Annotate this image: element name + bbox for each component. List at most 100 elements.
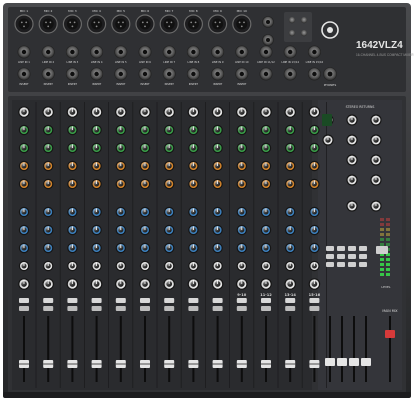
fader-slot: [353, 316, 355, 382]
xlr-pin: [194, 21, 197, 24]
solo-button: [19, 306, 29, 311]
xlr-pin: [97, 21, 100, 24]
jack-hole: [215, 71, 220, 77]
mute-button: [212, 298, 223, 303]
model-tagline: 16-CHANNEL 4-BUS COMPACT MIXER: [356, 53, 414, 57]
solo-button: [285, 306, 296, 311]
xlr-pin: [25, 21, 28, 24]
xlr-pin: [192, 25, 195, 28]
jack-hole: [215, 49, 220, 55]
xlr-inner: [115, 18, 127, 30]
jack-hole: [266, 38, 270, 42]
line-label: LINE IN 10: [235, 60, 249, 64]
jack-hole: [191, 71, 196, 77]
meter-led: [386, 233, 390, 236]
line-label: LINE IN 13/14: [281, 60, 299, 64]
xlr-pin: [190, 21, 193, 24]
xlr-pin: [73, 21, 76, 24]
jack-hole: [142, 71, 148, 77]
jack-hole: [312, 71, 317, 77]
line-label: LINE IN 2: [42, 60, 54, 64]
xlr-inner: [212, 18, 224, 30]
mic-label: MIC 8: [189, 9, 198, 13]
xlr-pin: [117, 21, 120, 24]
meter-led: [380, 268, 384, 271]
meter-led: [386, 238, 390, 241]
assign-button: [326, 254, 334, 259]
group-label: 9-10: [237, 293, 246, 297]
xlr-pin: [20, 21, 23, 24]
mic-label: MIC 1: [20, 9, 29, 13]
jack-hole: [21, 49, 27, 55]
xlr-pin: [166, 21, 168, 24]
mute-button: [67, 298, 78, 303]
assign-button: [326, 246, 334, 251]
solo-button: [91, 306, 102, 311]
line-label: LINE IN 8: [188, 60, 200, 64]
jack-hole: [239, 71, 244, 77]
xlr-pin: [216, 25, 219, 28]
xlr-inner: [42, 18, 54, 30]
jack-hole: [46, 71, 51, 77]
meter-led: [386, 243, 390, 246]
xlr-pin: [45, 21, 47, 24]
xlr-pin: [95, 25, 98, 28]
jack-hole: [118, 71, 124, 77]
line-label: LINE IN 11/12: [257, 60, 275, 64]
mute-button: [285, 298, 296, 303]
assign-button: [348, 262, 356, 267]
mic-label: MIC 10: [237, 9, 247, 13]
xlr-pin: [243, 21, 245, 24]
insert-label: INSERT: [237, 82, 247, 86]
meter-led: [386, 223, 390, 226]
mic-label: MIC 6: [141, 9, 150, 13]
meter-led: [386, 228, 390, 231]
solo-button: [67, 306, 78, 311]
solo-button: [309, 306, 320, 311]
fader-slot: [265, 316, 267, 382]
meter-led: [380, 243, 384, 246]
mic-label: MIC 5: [117, 9, 126, 13]
mic-label: MIC 9: [213, 9, 222, 13]
meter-led: [386, 273, 390, 276]
fader-cap: [325, 358, 335, 366]
solo-button: [43, 306, 54, 311]
jack-hole: [21, 71, 27, 77]
assign-button: [348, 246, 356, 251]
meter-led: [380, 233, 384, 236]
xlr-inner: [66, 18, 78, 30]
assign-button: [359, 262, 367, 267]
jack-hole: [118, 49, 124, 55]
display-block: [322, 114, 332, 126]
mic-label: MIC 3: [68, 9, 77, 13]
mute-button: [19, 298, 29, 303]
xlr-inner: [187, 18, 199, 30]
jack-hole: [239, 49, 244, 55]
meter-led: [386, 263, 390, 266]
xlr-pin: [170, 21, 173, 24]
xlr-pin: [240, 25, 243, 28]
xlr-pin: [141, 21, 144, 24]
line-label: LINE IN 3: [67, 60, 79, 64]
mute-button: [261, 298, 271, 303]
rca-block: [284, 12, 312, 42]
assign-button: [337, 246, 345, 251]
master-button: [376, 246, 388, 254]
jack-hole: [288, 49, 293, 55]
jack-hole: [94, 71, 99, 77]
mute-button: [140, 298, 150, 303]
meter-led: [380, 263, 384, 266]
xlr-pin: [214, 21, 217, 24]
insert-label: INSERT: [19, 82, 29, 86]
jack-hole: [167, 71, 172, 77]
model-label: 1642VLZ4: [356, 40, 403, 51]
front-lip: [3, 392, 411, 398]
insert-label: INSERT: [68, 82, 78, 86]
mixer-photo: MIC 1 MIC 2 MIC 3 MIC 4 MIC 5 MIC 6 MIC 7 MIC 8…: [3, 3, 414, 398]
fader-slot: [216, 316, 219, 382]
xlr-pin: [218, 21, 221, 24]
fader-slot: [168, 316, 171, 382]
mute-button: [91, 298, 102, 303]
jack-hole: [70, 71, 75, 77]
mute-button: [188, 298, 199, 303]
